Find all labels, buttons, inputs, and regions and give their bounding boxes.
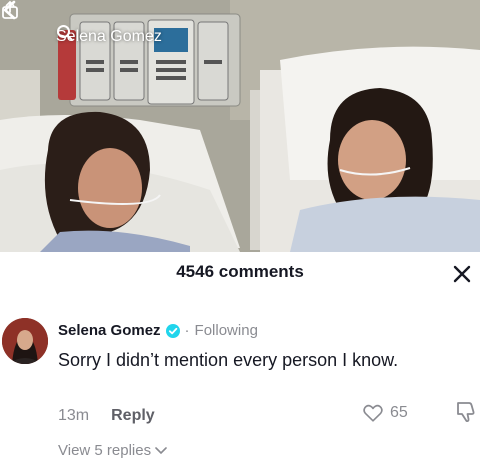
view-replies-label: View 5 replies [58,442,152,459]
comment-text: Sorry I didn’t mention every person I kn… [58,350,399,370]
reply-button[interactable]: Reply [111,407,155,425]
verified-badge-icon [165,323,180,338]
comment-meta: 13m Reply [58,407,155,425]
like-count: 65 [390,404,408,421]
following-label: Following [194,322,258,339]
share-icon[interactable] [0,0,20,20]
comment-time: 13m [58,407,90,424]
separator-dot: · [184,322,190,339]
comments-sheet: 4546 comments Selena Gomez · Following S… [0,252,480,459]
close-icon[interactable] [452,264,472,284]
comment-username[interactable]: Selena Gomez [58,322,161,339]
like-button[interactable]: 65 [362,402,408,424]
avatar[interactable] [2,318,48,364]
view-replies-link[interactable]: View 5 replies [58,442,167,459]
search-icon [57,25,73,41]
top-navigation-bar: Selena Gomez [0,0,480,54]
comments-count-title: 4546 comments [176,262,304,281]
heart-icon [363,404,383,422]
avatar-image [2,318,48,364]
post-photo: Selena Gomez [0,0,480,252]
comment-header: Selena Gomez · Following [58,322,258,339]
dislike-icon[interactable] [455,400,477,424]
search-query[interactable]: Selena Gomez [56,24,162,50]
chevron-down-icon [155,446,167,454]
